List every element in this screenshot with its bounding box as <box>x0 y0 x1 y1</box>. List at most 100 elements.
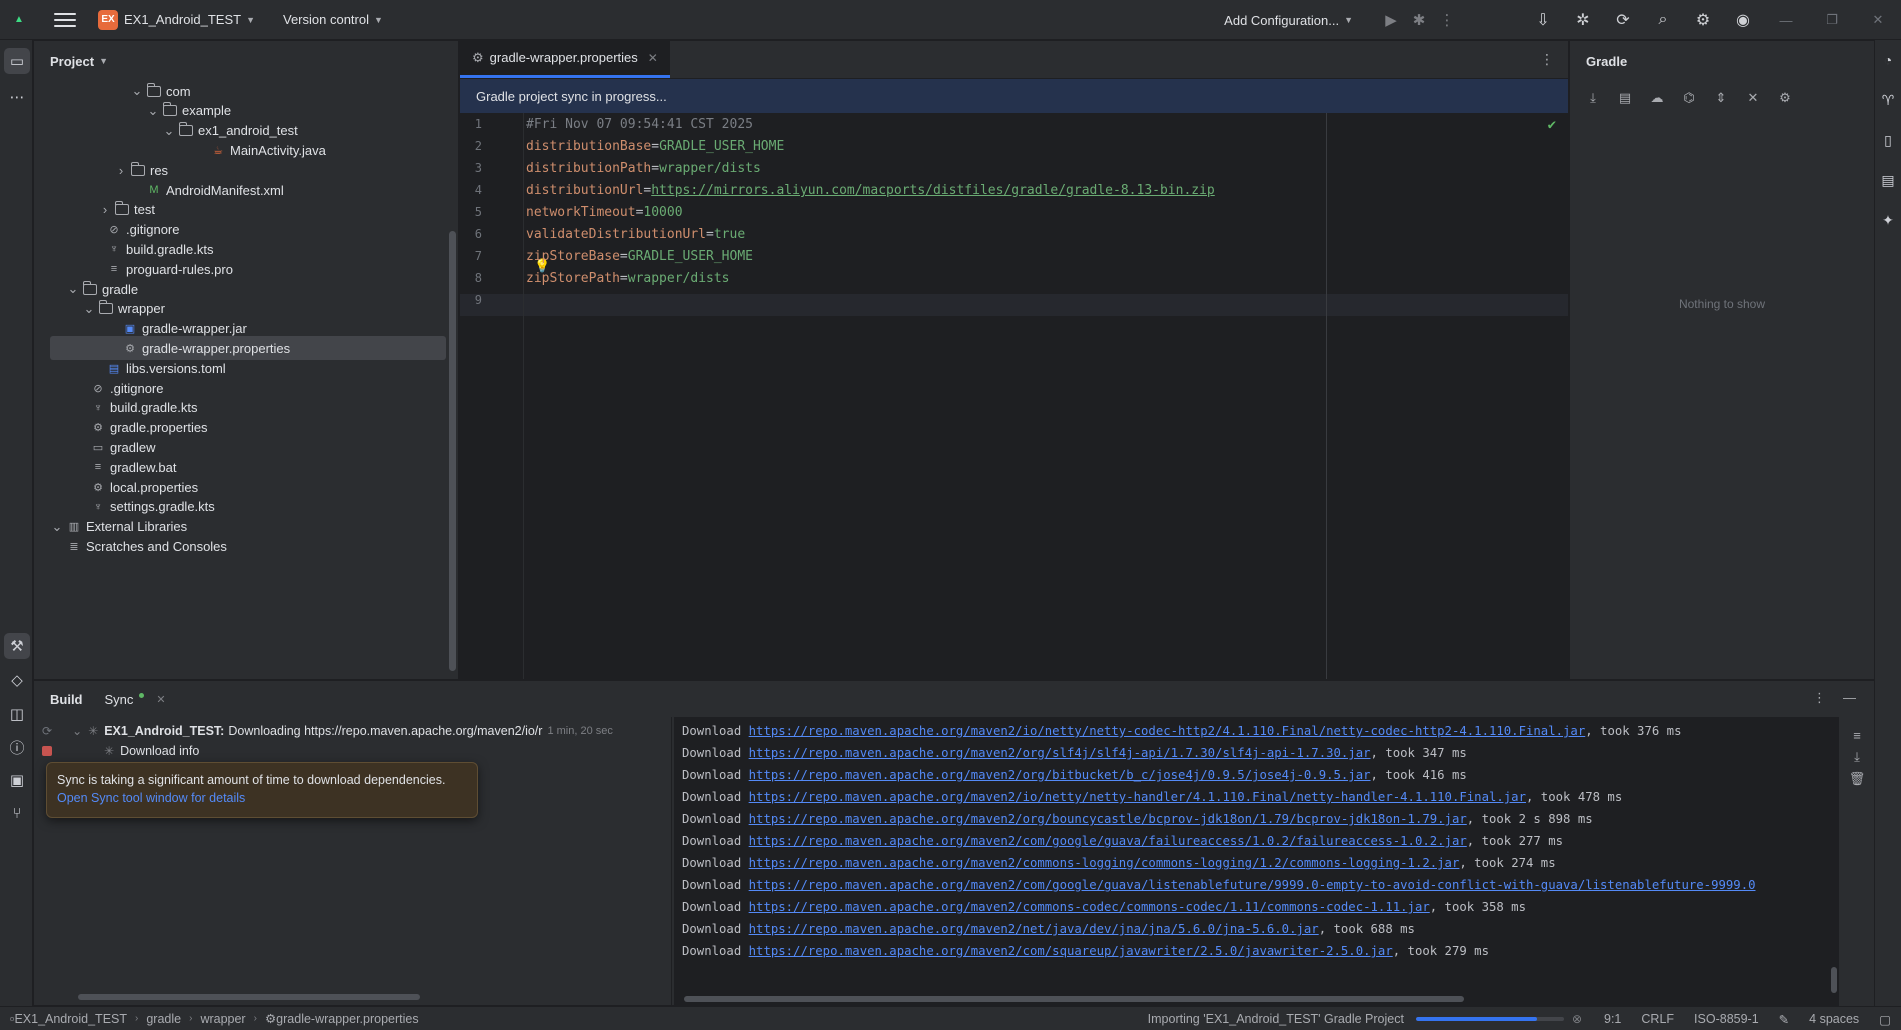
gemini-tool-icon[interactable]: ◇ <box>4 667 30 693</box>
indent-setting[interactable]: 4 spaces <box>1809 1012 1859 1026</box>
notifications-icon[interactable]: ◔ <box>1876 48 1900 72</box>
breadcrumb-item[interactable]: gradle-wrapper.properties <box>276 1012 418 1026</box>
execute-task-icon[interactable]: ▤ <box>1614 87 1636 109</box>
project-scrollbar[interactable] <box>449 231 456 671</box>
problems-tool-icon[interactable]: ⓘ <box>4 734 30 760</box>
console-prefix: Download <box>682 790 749 804</box>
sync-subtask-row[interactable]: ✳ Download info <box>42 744 199 758</box>
close-icon[interactable]: ✕ <box>648 51 658 65</box>
chevron-right-icon[interactable]: › <box>114 163 128 178</box>
debug-icon[interactable]: ✱ <box>1405 6 1433 34</box>
open-sync-window-link[interactable]: Open Sync tool window for details <box>57 791 467 805</box>
chevron-down-icon[interactable]: ⌄ <box>162 123 176 139</box>
project-panel-header[interactable]: Project ▼ <box>34 41 458 81</box>
rerun-icon[interactable]: ⟳ <box>42 724 52 738</box>
lock-icon[interactable]: ▢ <box>1879 1012 1891 1027</box>
minimize-window-button[interactable]: — <box>1763 0 1809 40</box>
cancel-task-icon[interactable]: ⊗ <box>1572 1012 1582 1026</box>
download-url-link[interactable]: https://repo.maven.apache.org/maven2/org… <box>749 812 1467 826</box>
main-menu-button[interactable] <box>54 9 76 31</box>
app-inspection-icon[interactable]: ✲ <box>1563 6 1603 34</box>
project-badge: EX <box>98 9 118 30</box>
run-icon[interactable]: ▶ <box>1377 6 1405 34</box>
account-icon[interactable]: ◉ <box>1723 6 1763 34</box>
project-switcher[interactable]: EX EX1_Android_TEST ▼ <box>90 6 263 34</box>
download-url-link[interactable]: https://repo.maven.apache.org/maven2/com… <box>749 834 1467 848</box>
device-manager-icon[interactable]: ▯ <box>1876 128 1900 152</box>
tree-item[interactable]: ≣ Scratches and Consoles <box>50 534 446 558</box>
file-encoding[interactable]: ISO-8859-1 <box>1694 1012 1759 1026</box>
chevron-right-icon[interactable]: › <box>98 202 112 217</box>
tree-item-label: MainActivity.java <box>230 142 326 158</box>
download-url-link[interactable]: https://repo.maven.apache.org/maven2/com… <box>749 944 1393 958</box>
soft-wrap-icon[interactable]: ≡ <box>1847 725 1867 745</box>
tab-options-icon[interactable]: ⋮ <box>1540 51 1554 68</box>
build-console[interactable]: Download https://repo.maven.apache.org/m… <box>674 717 1839 1006</box>
console-line: Download https://repo.maven.apache.org/m… <box>682 922 1415 936</box>
chevron-down-icon[interactable]: ⌄ <box>146 103 160 119</box>
inspection-ok-icon[interactable]: ✔ <box>1548 117 1556 133</box>
collapse-all-icon[interactable]: ✕ <box>1742 87 1764 109</box>
close-window-button[interactable]: ✕ <box>1855 0 1901 40</box>
version-control-label: Version control <box>283 12 369 27</box>
breadcrumb-item[interactable]: wrapper <box>200 1012 245 1026</box>
chevron-down-icon[interactable]: ⌄ <box>50 519 64 535</box>
scroll-to-end-icon[interactable]: ⤓ <box>1847 747 1867 767</box>
ai-assistant-icon[interactable]: ✦ <box>1876 208 1900 232</box>
search-icon[interactable]: ⌕ <box>1643 6 1683 34</box>
download-url-link[interactable]: https://repo.maven.apache.org/maven2/com… <box>749 856 1460 870</box>
download-url-link[interactable]: https://repo.maven.apache.org/maven2/io/… <box>749 724 1586 738</box>
jar-file-icon: ▣ <box>124 323 136 336</box>
editor-tab-gradle-wrapper-properties[interactable]: ⚙ gradle-wrapper.properties ✕ <box>460 40 670 78</box>
breadcrumb-item[interactable]: EX1_Android_TEST <box>14 1012 127 1026</box>
sync-task-row[interactable]: ⟳ ⌄ ✳ EX1_Android_TEST: Downloading http… <box>42 724 613 738</box>
options-icon[interactable]: ⋮ <box>1813 690 1826 706</box>
gradle-settings-icon[interactable]: ⚙ <box>1774 87 1796 109</box>
project-tool-icon[interactable]: ▭ <box>4 48 30 74</box>
terminal-tool-icon[interactable]: ▣ <box>4 767 30 793</box>
version-control-menu[interactable]: Version control ▼ <box>275 8 391 31</box>
download-url-link[interactable]: https://repo.maven.apache.org/maven2/io/… <box>749 790 1526 804</box>
stop-icon[interactable] <box>42 746 52 756</box>
download-url-link[interactable]: https://repo.maven.apache.org/maven2/org… <box>749 768 1371 782</box>
run-configuration-selector[interactable]: Add Configuration... ▼ <box>1216 9 1361 32</box>
offline-mode-icon[interactable]: ☁ <box>1646 87 1668 109</box>
background-task-label[interactable]: Importing 'EX1_Android_TEST' Gradle Proj… <box>1148 1012 1404 1026</box>
sync-tree-scrollbar[interactable] <box>78 994 420 1000</box>
chevron-down-icon[interactable]: ⌄ <box>130 83 144 99</box>
analyze-dependencies-icon[interactable]: ⌬ <box>1678 87 1700 109</box>
logcat-tool-icon[interactable]: ◫ <box>4 701 30 727</box>
trash-icon[interactable]: 🗑 <box>1847 769 1867 789</box>
download-url-link[interactable]: https://repo.maven.apache.org/maven2/net… <box>749 922 1319 936</box>
more-tools-icon[interactable]: ⋯ <box>4 84 30 110</box>
build-tool-icon[interactable]: ⚒ <box>4 633 30 659</box>
sync-project-icon[interactable]: ⟳ <box>1603 6 1643 34</box>
sdk-manager-icon[interactable]: ⇩ <box>1523 6 1563 34</box>
expand-all-icon[interactable]: ⇕ <box>1710 87 1732 109</box>
gear-icon[interactable]: ⚙ <box>1683 6 1723 34</box>
download-url-link[interactable]: https://repo.maven.apache.org/maven2/com… <box>749 900 1430 914</box>
download-url-link[interactable]: https://repo.maven.apache.org/maven2/org… <box>749 746 1371 760</box>
tab-sync[interactable]: Sync ✕ <box>105 692 166 707</box>
download-sources-icon[interactable]: ⤓ <box>1582 87 1604 109</box>
download-url-link[interactable]: https://repo.maven.apache.org/maven2/com… <box>749 878 1756 892</box>
caret-position[interactable]: 9:1 <box>1604 1012 1621 1026</box>
tree-item-label: proguard-rules.pro <box>126 261 233 277</box>
console-horizontal-scrollbar[interactable] <box>684 996 1464 1002</box>
line-separator[interactable]: CRLF <box>1641 1012 1674 1026</box>
close-icon[interactable]: ✕ <box>156 693 165 706</box>
code-editor[interactable]: ✔ 💡 1 #Fri Nov 07 09:54:41 CST 2025 2 distr… <box>460 113 1568 679</box>
gradle-tool-icon[interactable]: ♈ <box>1876 88 1900 112</box>
chevron-down-icon[interactable]: ⌄ <box>82 301 96 317</box>
line-number: 5 <box>474 205 482 219</box>
property-url-link[interactable]: https://mirrors.aliyun.com/macports/dist… <box>651 183 1215 198</box>
read-only-toggle-icon[interactable]: ✎ <box>1779 1012 1789 1027</box>
git-tool-icon[interactable]: ⑂ <box>4 800 30 826</box>
hide-panel-icon[interactable]: — <box>1843 690 1856 705</box>
more-actions-icon[interactable]: ⋮ <box>1433 6 1461 34</box>
restore-window-button[interactable]: ❐ <box>1809 0 1855 40</box>
breadcrumb-item[interactable]: gradle <box>146 1012 181 1026</box>
console-vertical-scrollbar[interactable] <box>1831 967 1837 993</box>
device-explorer-icon[interactable]: ▤ <box>1876 168 1900 192</box>
chevron-down-icon[interactable]: ⌄ <box>66 281 80 297</box>
